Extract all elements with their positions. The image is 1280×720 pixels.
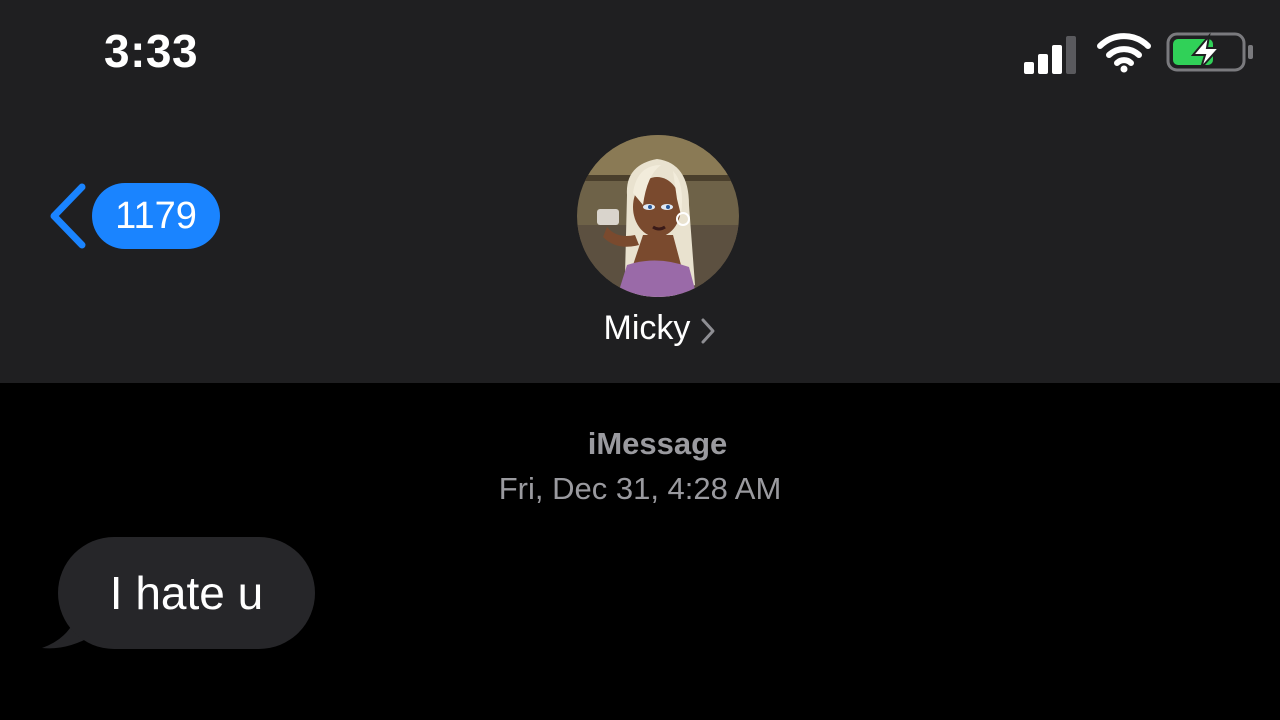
back-button[interactable]: 1179 [44, 180, 224, 252]
status-time: 3:33 [104, 25, 199, 77]
chevron-right-icon [701, 318, 715, 343]
contact-name: Micky [603, 309, 691, 347]
messages-screen: 3:33 1179 Micky iMessage Fri, Dec 31, 4:… [0, 0, 1280, 720]
contact-header[interactable]: Micky [560, 133, 760, 363]
message-timestamp: Fri, Dec 31, 4:28 AM [498, 471, 782, 506]
incoming-message-bubble[interactable]: I hate u [58, 537, 315, 649]
unread-count-badge: 1179 [92, 183, 220, 249]
service-label: iMessage [587, 426, 728, 461]
contact-name-row[interactable]: Micky [560, 309, 760, 348]
battery-charging-icon [1166, 32, 1253, 72]
contact-avatar[interactable] [577, 135, 739, 297]
message-row: I hate u [40, 537, 340, 652]
avatar-image [577, 135, 739, 297]
cellular-signal-icon [1024, 36, 1076, 74]
wifi-icon [1097, 33, 1151, 73]
status-icons [1020, 30, 1260, 74]
chevron-left-icon [50, 183, 86, 249]
conversation-header: 3:33 1179 Micky [0, 0, 1280, 383]
